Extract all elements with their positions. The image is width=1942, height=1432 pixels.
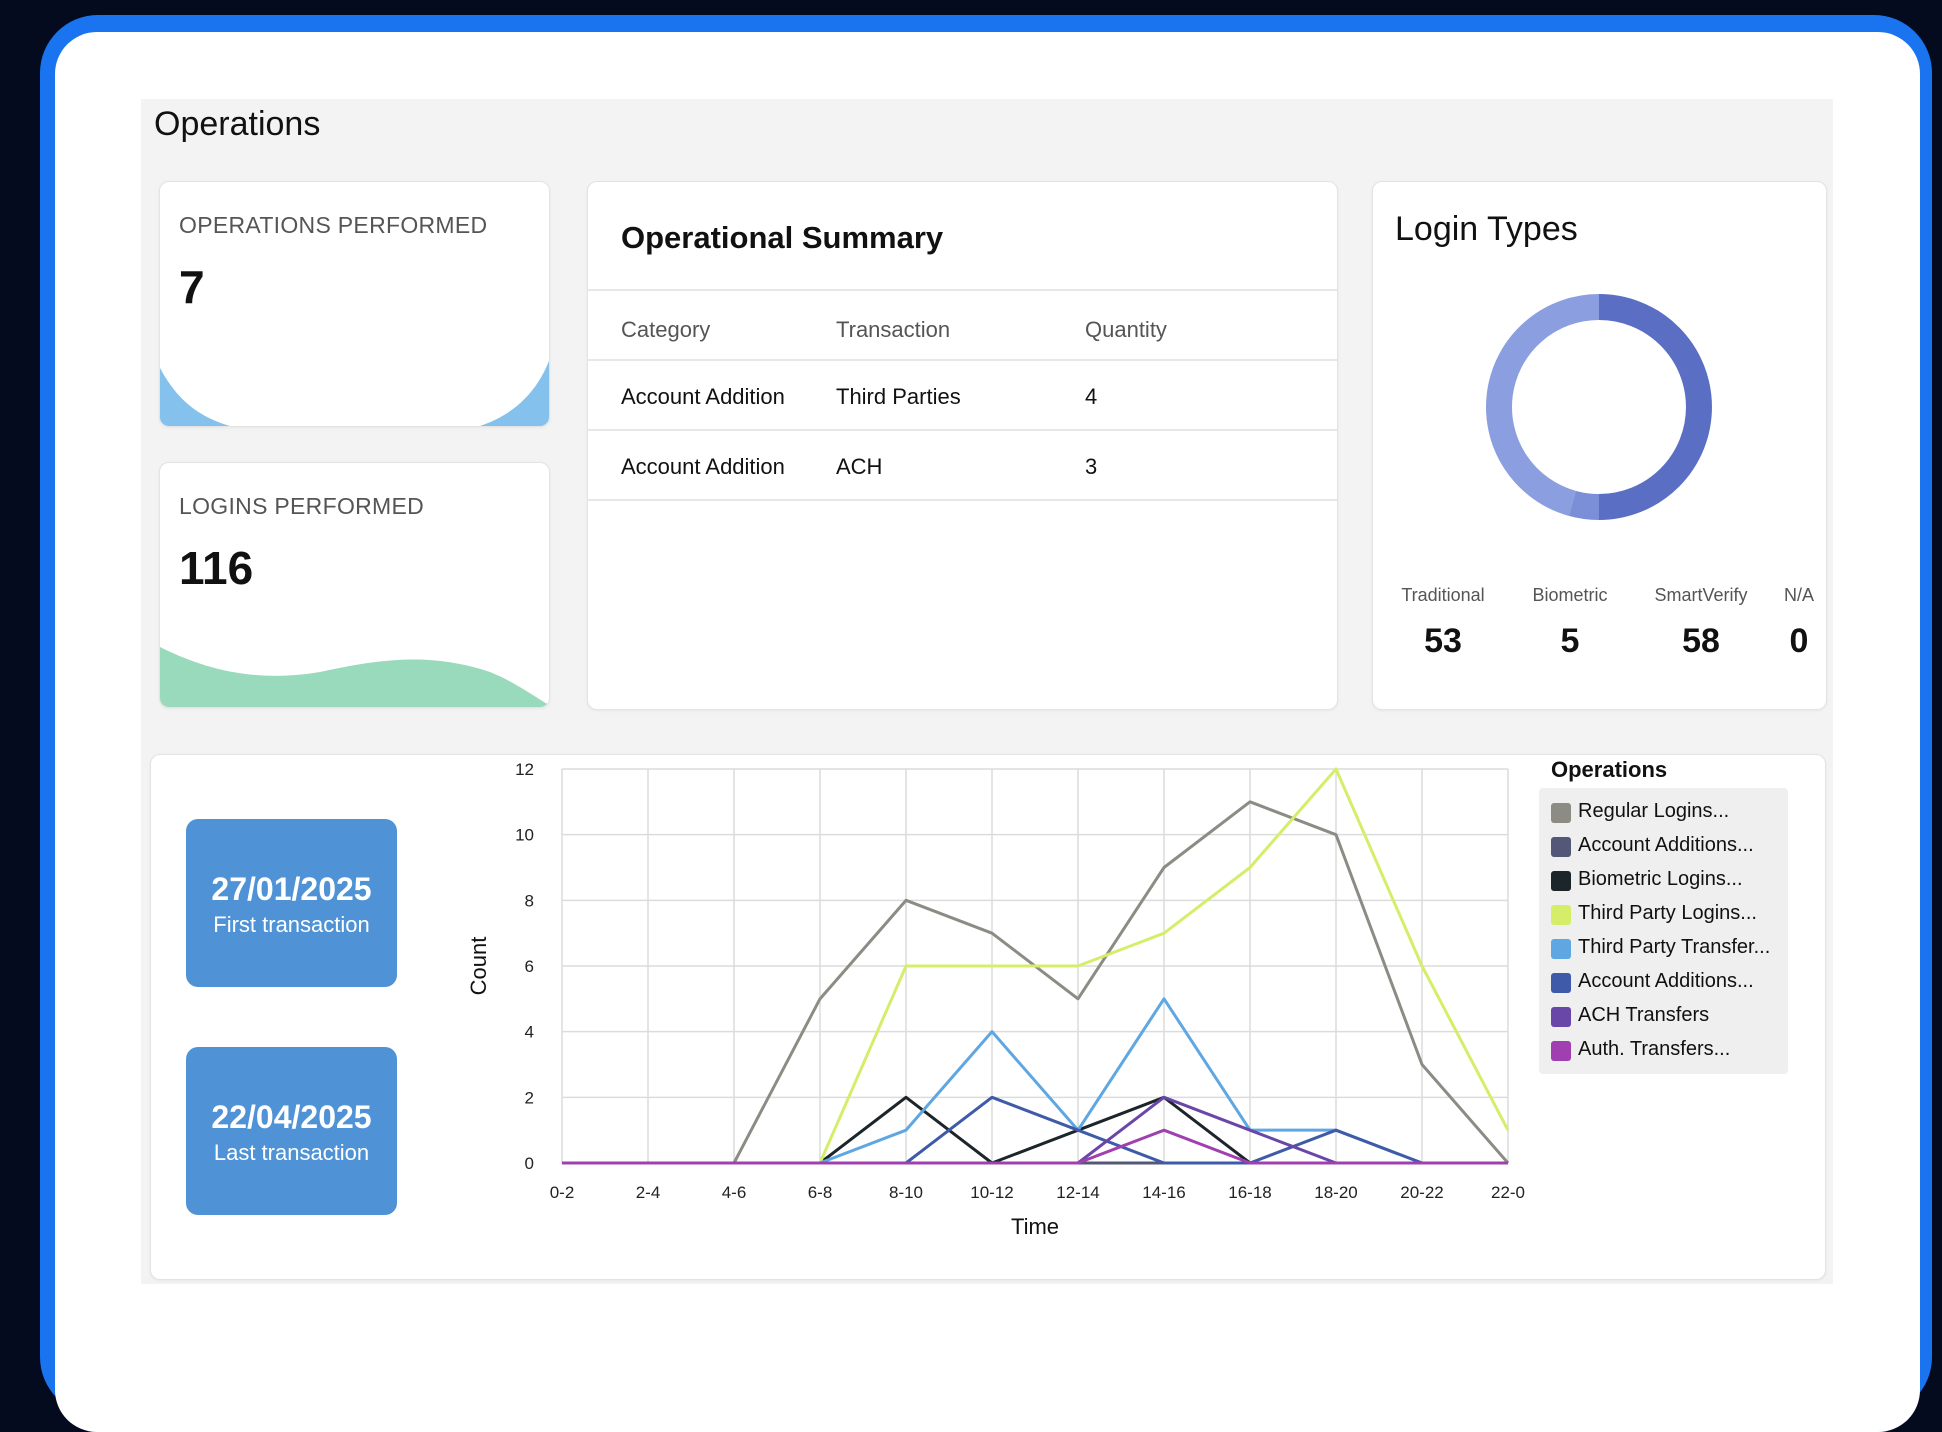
legend-label: Account Additions... <box>1578 970 1754 992</box>
first-transaction-box: 27/01/2025 First transaction <box>186 819 397 987</box>
logins-kpi-value: 116 <box>179 542 254 594</box>
operations-kpi-card[interactable]: OPERATIONS PERFORMED 7 <box>159 181 550 427</box>
login-stat-na: N/A 0 <box>1734 585 1826 661</box>
login-stat-value: 0 <box>1789 622 1809 660</box>
legend-swatch <box>1551 939 1571 959</box>
legend-label: ACH Transfers <box>1578 1004 1710 1026</box>
operations-sparkline <box>160 361 549 426</box>
last-transaction-label: Last transaction <box>213 1140 370 1165</box>
login-types-donut-chart[interactable] <box>1373 292 1826 552</box>
login-stat-label: Traditional <box>1401 585 1485 605</box>
legend-label: Third Party Logins... <box>1578 902 1757 924</box>
table-cell-category: Account Addition <box>621 454 785 479</box>
operational-summary-card: Operational Summary Category Transaction… <box>587 181 1338 710</box>
logins-sparkline <box>160 647 549 707</box>
table-cell-category: Account Addition <box>621 384 785 409</box>
legend-label: Auth. Transfers... <box>1578 1038 1731 1060</box>
login-stat-label: Biometric <box>1532 585 1608 605</box>
table-cell-transaction: Third Parties <box>836 384 961 409</box>
legend-swatch <box>1551 905 1571 925</box>
last-transaction-box: 22/04/2025 Last transaction <box>186 1047 397 1215</box>
first-transaction-date: 27/01/2025 <box>211 871 372 907</box>
legend-label: Biometric Logins... <box>1578 868 1743 890</box>
donut-slice-smartverify[interactable] <box>1598 294 1712 520</box>
first-transaction-label: First transaction <box>213 912 370 937</box>
legend-label: Account Additions... <box>1578 834 1754 856</box>
login-types-card: Login Types Traditional 53 Biometric 5 S… <box>1372 181 1827 710</box>
login-stat-value: 5 <box>1560 622 1580 660</box>
login-stat-traditional: Traditional 53 <box>1378 585 1508 661</box>
legend-swatch <box>1551 803 1571 823</box>
chart-legend: Regular Logins... Account Additions... Bio… <box>1539 788 1788 1074</box>
login-stat-label: N/A <box>1783 585 1814 605</box>
page-title: Operations <box>154 105 321 143</box>
login-types-title: Login Types <box>1395 210 1578 248</box>
table-cell-quantity: 3 <box>1085 454 1098 479</box>
donut-slice-traditional[interactable] <box>1486 294 1600 516</box>
login-stat-value: 53 <box>1424 622 1462 660</box>
legend-swatch <box>1551 871 1571 891</box>
summary-header-transaction[interactable]: Transaction <box>836 317 950 343</box>
legend-swatch <box>1551 973 1571 993</box>
summary-header-quantity[interactable]: Quantity <box>1085 317 1167 343</box>
summary-header-category[interactable]: Category <box>621 317 710 343</box>
legend-swatch <box>1551 837 1571 857</box>
legend-swatch <box>1551 1041 1571 1061</box>
operations-kpi-label: OPERATIONS PERFORMED <box>179 212 488 238</box>
table-cell-transaction: ACH <box>836 454 883 479</box>
operations-kpi-value: 7 <box>179 261 205 313</box>
table-cell-quantity: 4 <box>1085 384 1098 409</box>
legend-label: Third Party Transfer... <box>1578 936 1771 958</box>
last-transaction-date: 22/04/2025 <box>211 1099 372 1135</box>
logins-kpi-label: LOGINS PERFORMED <box>179 493 425 519</box>
legend-label: Regular Logins... <box>1578 800 1730 822</box>
table-row[interactable]: Account Addition ACH 3 <box>588 429 1337 501</box>
summary-table: Category Transaction Quantity Account Ad… <box>588 289 1337 501</box>
logins-kpi-card[interactable]: LOGINS PERFORMED 116 <box>159 462 550 708</box>
legend-swatch <box>1551 1007 1571 1027</box>
legend-title: Operations <box>1551 757 1668 782</box>
login-stat-biometric: Biometric 5 <box>1505 585 1635 661</box>
summary-title: Operational Summary <box>621 220 944 255</box>
summary-header-row: Category Transaction Quantity <box>588 289 1337 359</box>
table-row[interactable]: Account Addition Third Parties 4 <box>588 359 1337 429</box>
donut-slice-biometric[interactable] <box>1568 490 1600 520</box>
